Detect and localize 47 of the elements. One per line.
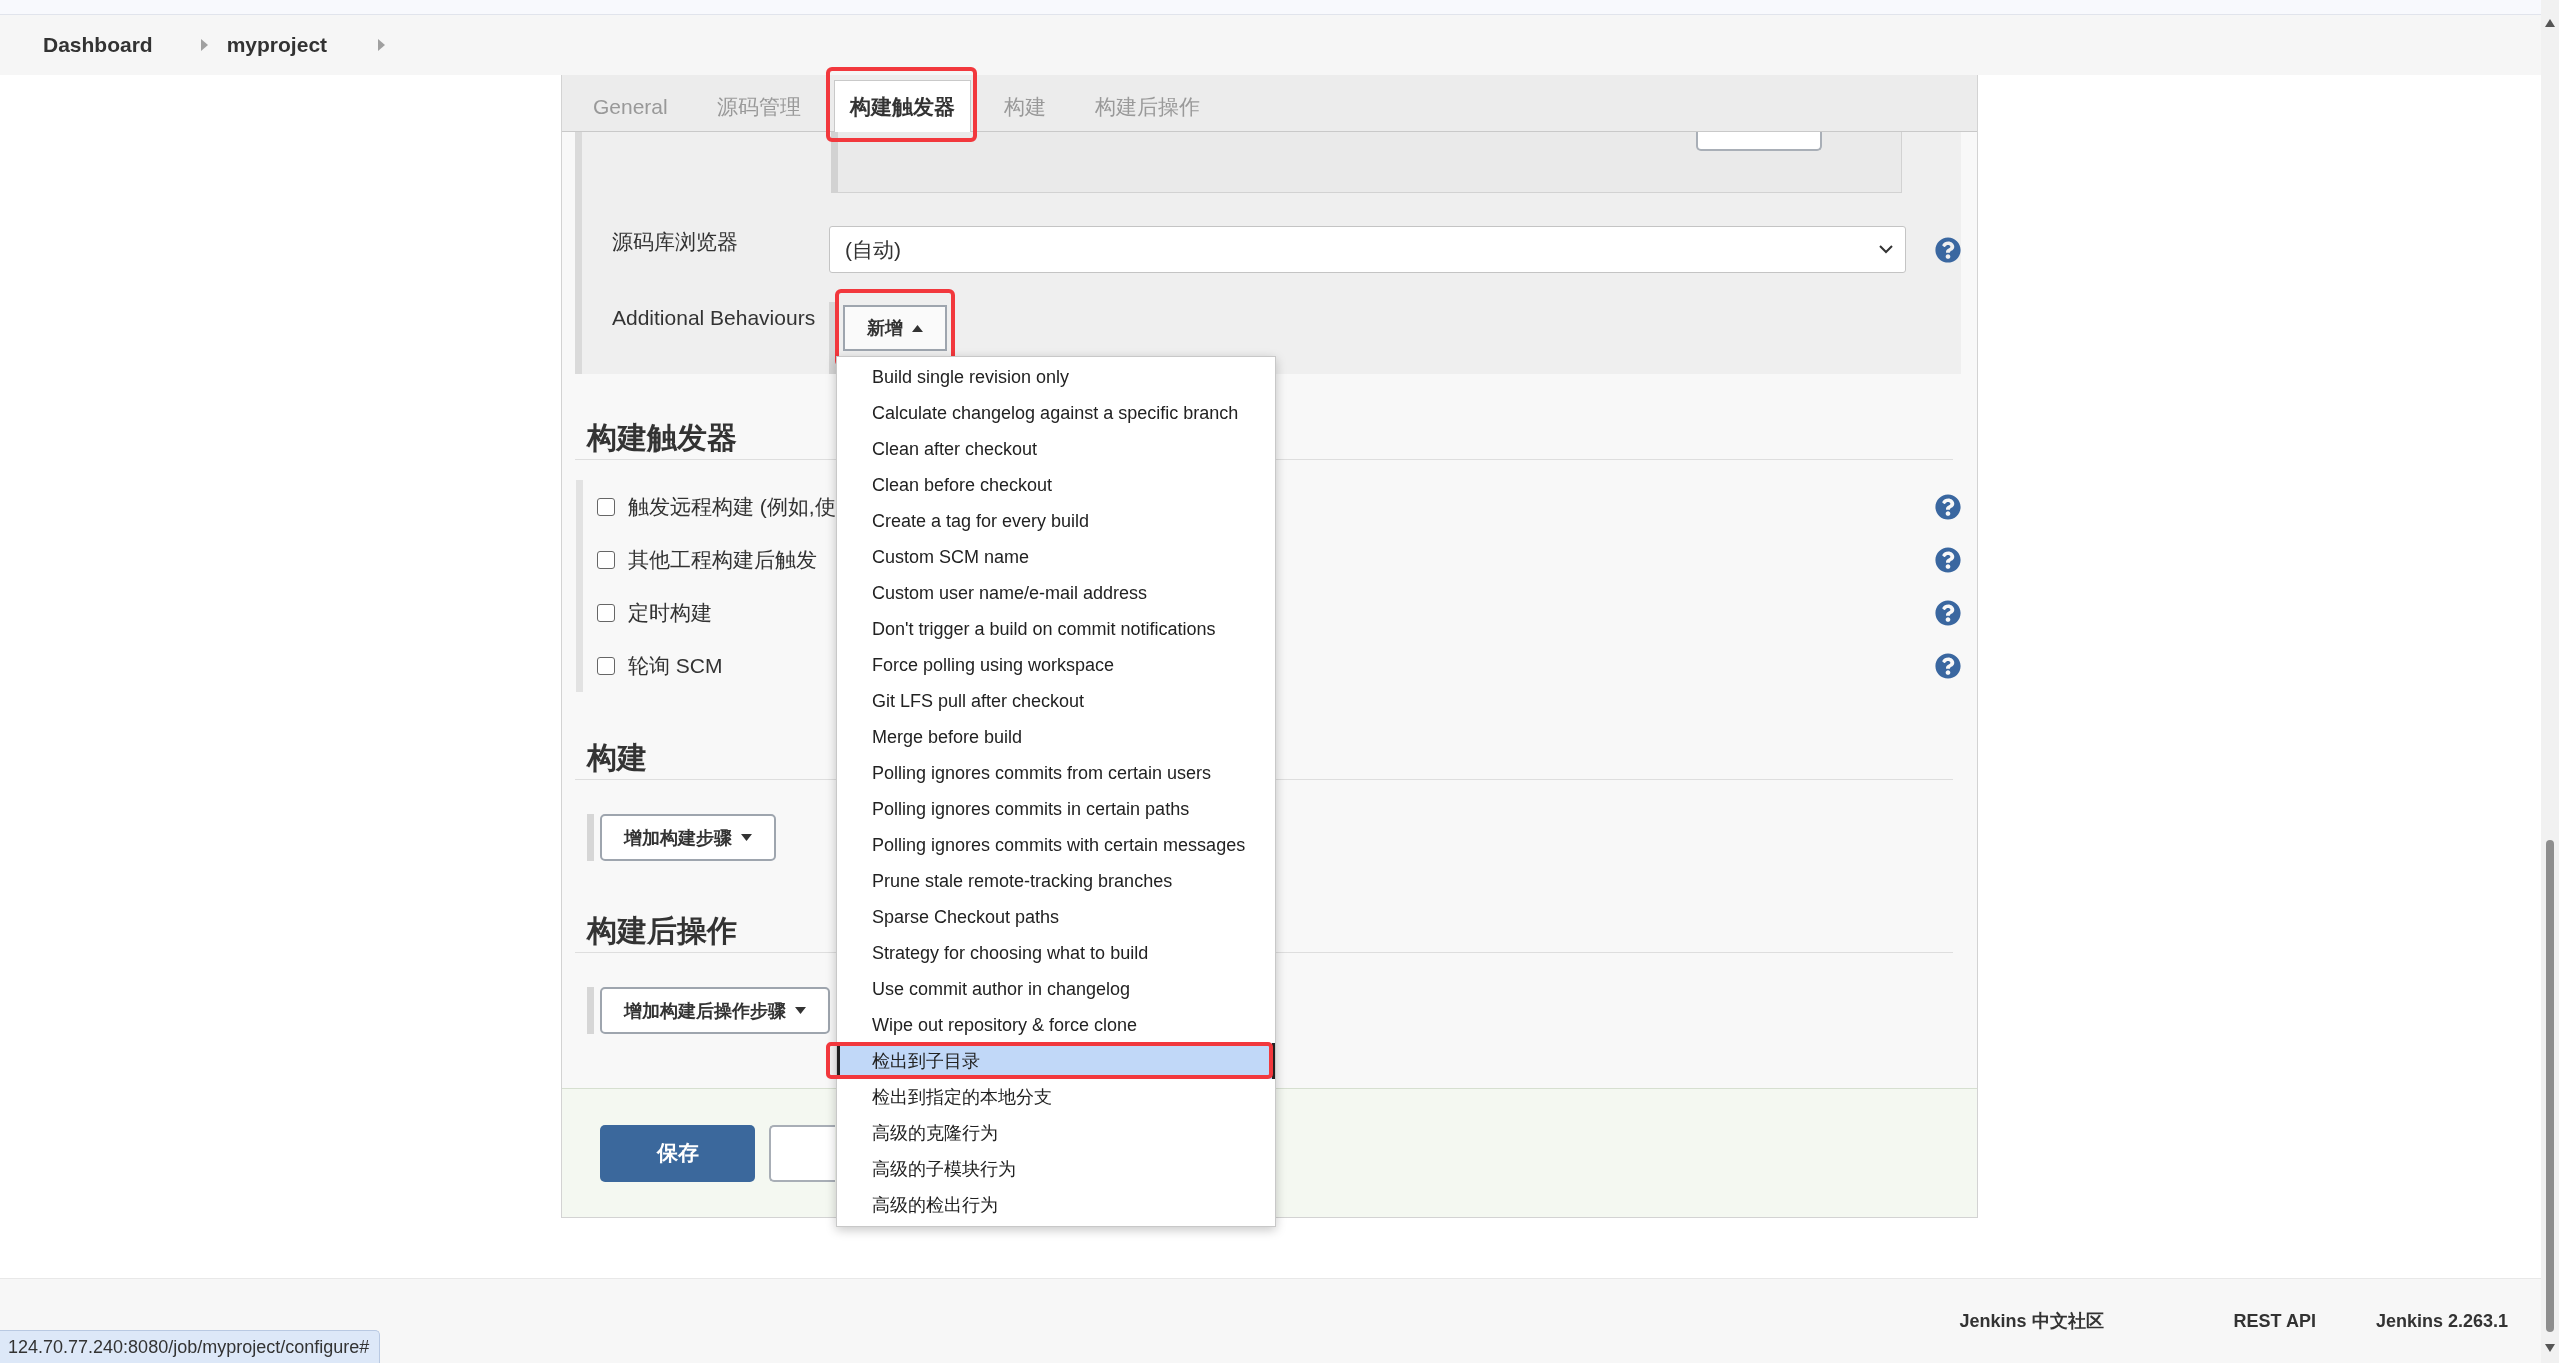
field-label: Additional Behaviours <box>612 305 816 330</box>
version-label: Jenkins 2.263.1 <box>2375 1310 2508 1332</box>
help-icon[interactable] <box>1935 599 1961 626</box>
tab[interactable]: 构建触发器 <box>825 67 977 142</box>
checkbox[interactable] <box>597 497 615 516</box>
menu-item[interactable]: Wipe out repository & force clone <box>837 1007 1275 1043</box>
menu-item[interactable]: Prune stale remote-tracking branches <box>837 863 1275 899</box>
help-icon[interactable] <box>1935 493 1961 520</box>
checkbox-label: 定时构建 <box>628 599 712 626</box>
checkbox-label: 轮询 SCM <box>628 652 723 679</box>
help-icon[interactable] <box>1935 652 1961 679</box>
status-url: 124.70.77.240:8080/job/myproject/configure# <box>0 1330 381 1363</box>
checkbox-label: 触发远程构建 (例如,使 <box>628 493 836 520</box>
add-step-button[interactable]: 增加构建后操作步骤 <box>600 987 830 1034</box>
menu-item[interactable]: Clean before checkout <box>837 467 1275 503</box>
menu-item[interactable]: Polling ignores commits with certain messages <box>837 827 1275 863</box>
menu-item[interactable]: Custom SCM name <box>837 539 1275 575</box>
menu-item[interactable]: Create a tag for every build <box>837 503 1275 539</box>
checkbox[interactable] <box>597 603 615 622</box>
menu-item[interactable]: Force polling using workspace <box>837 647 1275 683</box>
help-icon[interactable] <box>1935 236 1961 263</box>
menu-item[interactable]: Git LFS pull after checkout <box>837 683 1275 719</box>
caret-down-icon <box>795 1007 806 1014</box>
menu-item[interactable]: 高级的克隆行为 <box>837 1115 1275 1151</box>
breadcrumb-link[interactable]: Dashboard <box>43 33 153 57</box>
footer-link[interactable]: Jenkins 中文社区 <box>1959 1309 2104 1333</box>
select-field[interactable]: (自动) <box>829 226 1906 273</box>
menu-item[interactable]: Custom user name/e-mail address <box>837 575 1275 611</box>
add-step-button[interactable]: 增加构建步骤 <box>600 814 776 861</box>
chevron-down-icon <box>1879 245 1893 254</box>
caret-up-icon <box>912 324 923 332</box>
menu-item[interactable]: Don't trigger a build on commit notifications <box>837 611 1275 647</box>
checkbox-label: 其他工程构建后触发 <box>628 546 817 573</box>
help-icon[interactable] <box>1935 546 1961 573</box>
save-button[interactable]: 保存 <box>600 1124 755 1182</box>
checkbox[interactable] <box>597 656 615 675</box>
caret-down-icon <box>741 834 752 841</box>
menu-item[interactable]: 高级的检出行为 <box>837 1187 1275 1223</box>
footer-link[interactable]: REST API <box>2233 1310 2316 1332</box>
breadcrumb-link[interactable]: myproject <box>226 33 328 57</box>
menu-item[interactable]: Polling ignores commits in certain paths <box>837 791 1275 827</box>
checkbox[interactable] <box>597 550 615 569</box>
menu-item[interactable]: 检出到指定的本地分支 <box>837 1079 1275 1115</box>
scrollbar[interactable] <box>2541 0 2559 1363</box>
menu-item[interactable]: Use commit author in changelog <box>837 971 1275 1007</box>
field-label: 源码库浏览器 <box>612 229 738 254</box>
menu-item[interactable]: 高级的子模块行为 <box>837 1151 1275 1187</box>
